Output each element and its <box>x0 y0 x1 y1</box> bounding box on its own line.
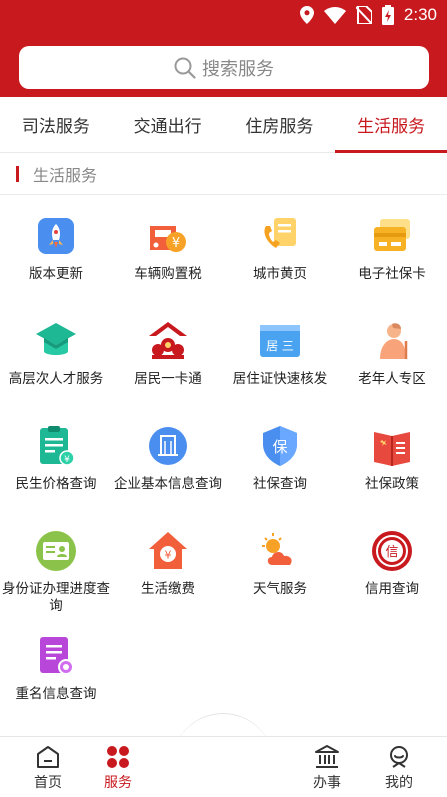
service-elderly[interactable]: 老年人专区 <box>336 301 447 406</box>
service-social-insurance[interactable]: 保 社保查询 <box>224 406 336 511</box>
search-icon <box>174 57 196 79</box>
service-weather[interactable]: 天气服务 <box>224 511 336 616</box>
service-citizen-card[interactable]: 居民一卡通 <box>112 301 224 406</box>
service-label: 老年人专区 <box>358 371 426 387</box>
name-search-icon <box>40 637 74 675</box>
phone-book-icon <box>264 218 296 248</box>
residence-permit-text: 居 三 <box>266 339 294 353</box>
svg-text:¥: ¥ <box>165 549 172 562</box>
service-residence-permit[interactable]: 居 三 居住证快速核发 <box>224 301 336 406</box>
service-id-card-progress[interactable]: 身份证办理进度查询 <box>0 511 112 616</box>
status-time: 2:30 <box>403 5 437 24</box>
elderly-icon <box>380 323 408 359</box>
nav-services[interactable]: 服务 <box>83 737 153 797</box>
category-tabs: 司法服务 交通出行 住房服务 生活服务 <box>0 97 447 153</box>
tab-life-services[interactable]: 生活服务 <box>335 97 447 153</box>
service-talent[interactable]: 高层次人才服务 <box>0 301 112 406</box>
home-icon <box>37 746 59 768</box>
service-label: 天气服务 <box>253 581 307 597</box>
credit-seal-text: 信 <box>385 545 398 560</box>
service-label: 企业基本信息查询 <box>114 476 222 492</box>
service-enterprise-info[interactable]: 企业基本信息查询 <box>112 406 224 511</box>
service-label: 生活缴费 <box>141 581 195 597</box>
service-credit-query[interactable]: 信 信用查询 <box>336 511 447 616</box>
rocket-icon <box>38 218 74 254</box>
service-price-query[interactable]: ¥ 民生价格查询 <box>0 406 112 511</box>
service-label: 城市黄页 <box>253 266 307 282</box>
service-name-duplicate-query[interactable]: 重名信息查询 <box>0 616 112 721</box>
search-placeholder: 搜索服务 <box>202 58 274 80</box>
section-marker <box>16 165 19 182</box>
government-building-icon <box>315 745 339 768</box>
header: 搜索服务 <box>0 32 447 97</box>
service-e-social-card[interactable]: 电子社保卡 <box>336 196 447 301</box>
service-version-update[interactable]: 版本更新 <box>0 196 112 301</box>
policy-book-icon <box>374 432 410 466</box>
shield-icon: 保 <box>263 426 297 466</box>
citizen-card-icon <box>149 322 187 359</box>
service-label: 民生价格查询 <box>15 476 97 492</box>
nav-affairs[interactable]: 办事 <box>292 737 362 797</box>
building-icon <box>149 427 187 465</box>
service-label: 重名信息查询 <box>15 686 97 702</box>
service-label: 信用查询 <box>365 581 419 597</box>
services-grid-icon <box>107 746 129 768</box>
nav-label: 我的 <box>385 775 413 791</box>
nav-home[interactable]: 首页 <box>13 737 83 797</box>
service-label: 高层次人才服务 <box>8 371 104 387</box>
price-list-icon: ¥ <box>40 426 75 466</box>
nav-label: 办事 <box>313 775 341 791</box>
service-vehicle-tax[interactable]: ¥ 车辆购置税 <box>112 196 224 301</box>
service-label: 社保查询 <box>253 476 307 492</box>
tab-housing[interactable]: 住房服务 <box>224 97 336 152</box>
nav-label: 首页 <box>34 775 62 791</box>
graduation-cap-icon <box>36 323 76 355</box>
home-payment-icon: ¥ <box>149 532 187 569</box>
service-social-policy[interactable]: 社保政策 <box>336 406 447 511</box>
service-label: 居民一卡通 <box>134 371 202 387</box>
credit-seal-icon: 信 <box>372 531 412 571</box>
no-sim-icon <box>355 6 372 24</box>
social-card-icon <box>374 219 410 251</box>
bottom-nav: 首页 服务 办事 我的 <box>0 736 447 796</box>
residence-permit-icon: 居 三 <box>260 325 300 357</box>
service-yellow-pages[interactable]: 城市黄页 <box>224 196 336 301</box>
service-label: 电子社保卡 <box>358 266 426 282</box>
section-title: 生活服务 <box>33 165 98 185</box>
service-label: 版本更新 <box>29 266 83 282</box>
service-label: 社保政策 <box>365 476 419 492</box>
location-icon <box>299 6 314 24</box>
wifi-icon <box>323 6 346 24</box>
shield-text: 保 <box>272 438 287 456</box>
search-input[interactable]: 搜索服务 <box>19 46 429 89</box>
battery-icon <box>381 5 394 25</box>
car-tax-icon: ¥ <box>150 226 186 252</box>
service-label: 车辆购置税 <box>134 266 202 282</box>
status-bar: 2:30 <box>0 0 447 32</box>
service-utility-payment[interactable]: ¥ 生活缴费 <box>112 511 224 616</box>
section-header: 生活服务 <box>0 153 447 195</box>
service-label: 居住证快速核发 <box>232 371 328 387</box>
tab-transport[interactable]: 交通出行 <box>112 97 224 152</box>
service-grid: 版本更新 ¥ 车辆购置税 城市黄页 电子社保卡 高层次人才服务 居民一卡通 居 … <box>0 196 447 736</box>
service-label: 身份证办理进度查询 <box>2 581 110 614</box>
nav-profile[interactable]: 我的 <box>364 737 434 797</box>
svg-text:¥: ¥ <box>172 236 180 251</box>
weather-icon <box>262 533 292 565</box>
id-card-icon <box>36 531 76 571</box>
svg-text:¥: ¥ <box>64 455 70 465</box>
nav-label: 服务 <box>104 775 132 791</box>
profile-icon <box>390 746 408 768</box>
tab-judicial[interactable]: 司法服务 <box>0 97 112 152</box>
